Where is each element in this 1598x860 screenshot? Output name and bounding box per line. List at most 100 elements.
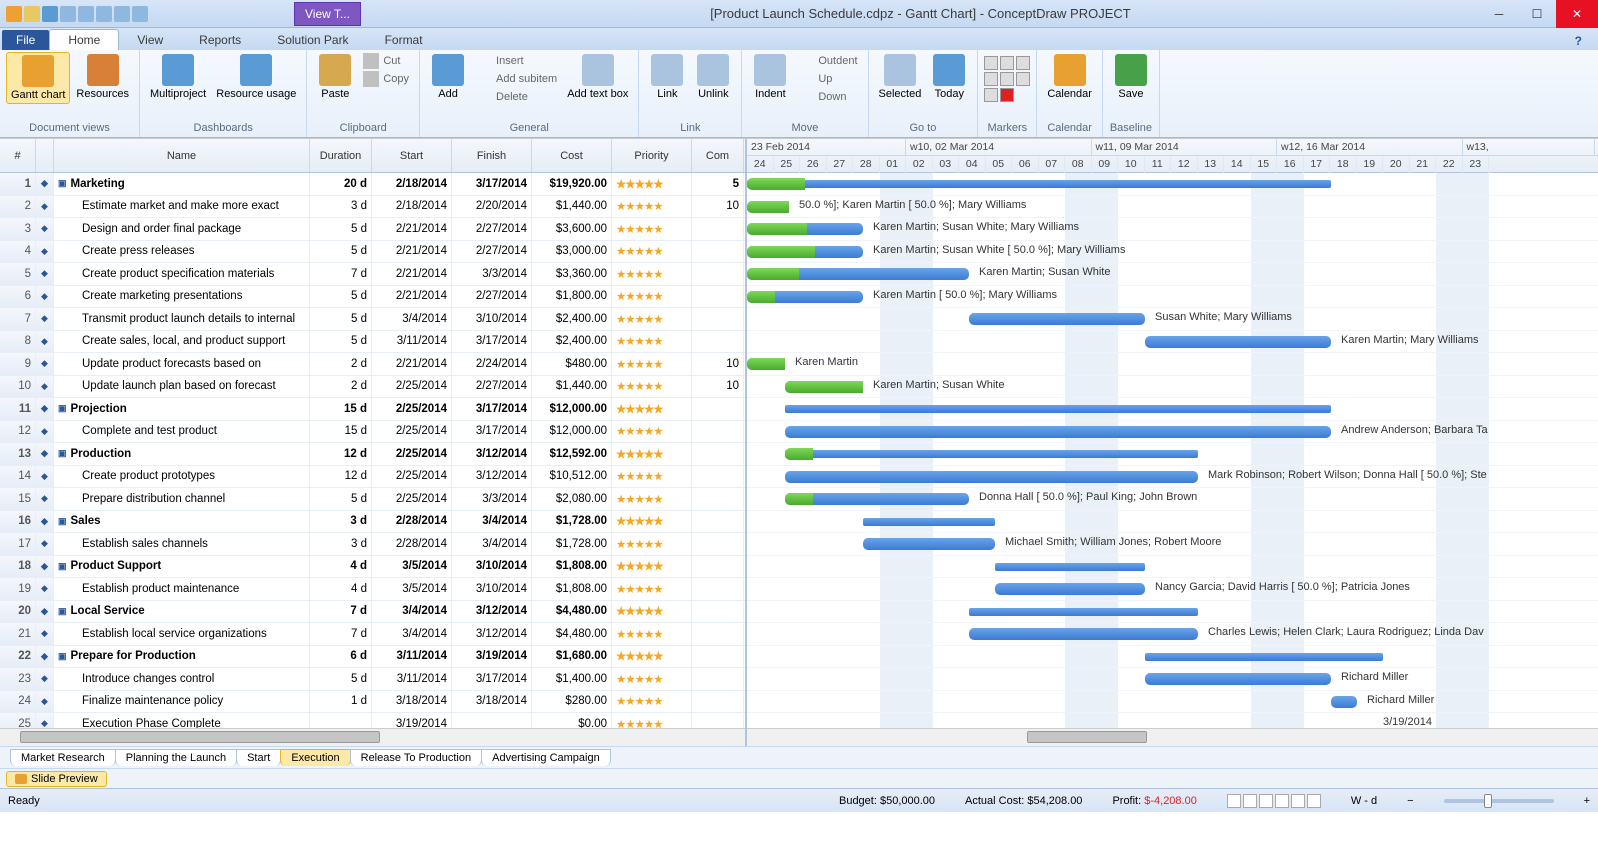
- outline-toggle-icon[interactable]: ▣: [58, 606, 67, 617]
- format-tab[interactable]: Format: [367, 30, 441, 50]
- grid-hscroll[interactable]: [0, 728, 745, 746]
- gantt-row[interactable]: Michael Smith; William Jones; Robert Moo…: [747, 533, 1598, 556]
- task-row[interactable]: 6◆Create marketing presentations5 d2/21/…: [0, 286, 745, 309]
- gantt-bar[interactable]: [785, 426, 1331, 438]
- qat-print-icon[interactable]: [114, 6, 130, 22]
- gantt-bar[interactable]: [995, 563, 1145, 571]
- sheet-tab[interactable]: Release To Production: [350, 749, 482, 766]
- indent-button[interactable]: Indent: [748, 52, 792, 102]
- view-tab[interactable]: View: [119, 30, 181, 50]
- link-button[interactable]: Link: [645, 52, 689, 102]
- gantt-bar[interactable]: [969, 608, 1198, 616]
- gantt-row[interactable]: Richard Miller: [747, 691, 1598, 714]
- outline-toggle-icon[interactable]: ▣: [58, 448, 67, 459]
- qat-open-icon[interactable]: [24, 6, 40, 22]
- qat-save-icon[interactable]: [42, 6, 58, 22]
- col-name[interactable]: Name: [54, 139, 310, 172]
- view-t-button[interactable]: View T...: [294, 2, 361, 26]
- gantt-bar[interactable]: [1145, 673, 1331, 685]
- selected-button[interactable]: Selected: [875, 52, 926, 102]
- gantt-row[interactable]: Karen Martin; Mary Williams: [747, 331, 1598, 354]
- gantt-bar[interactable]: [969, 313, 1145, 325]
- down-button[interactable]: Down: [794, 88, 861, 106]
- sheet-tab[interactable]: Start: [236, 749, 281, 766]
- task-row[interactable]: 24◆Finalize maintenance policy1 d3/18/20…: [0, 691, 745, 714]
- col-cost[interactable]: Cost: [532, 139, 612, 172]
- gantt-row[interactable]: Andrew Anderson; Barbara Ta: [747, 421, 1598, 444]
- gantt-row[interactable]: [747, 443, 1598, 466]
- task-row[interactable]: 3◆Design and order final package5 d2/21/…: [0, 218, 745, 241]
- sheet-tab[interactable]: Planning the Launch: [115, 749, 237, 766]
- gantt-row[interactable]: Susan White; Mary Williams: [747, 308, 1598, 331]
- gantt-row[interactable]: [747, 556, 1598, 579]
- add-subitem-button[interactable]: Add subitem: [472, 70, 561, 88]
- gantt-bar[interactable]: [747, 180, 1331, 188]
- task-row[interactable]: 9◆Update product forecasts based on2 d2/…: [0, 353, 745, 376]
- gantt-bar[interactable]: [863, 538, 995, 550]
- task-row[interactable]: 18◆▣Product Support4 d3/5/20143/10/2014$…: [0, 556, 745, 579]
- delete-button[interactable]: Delete: [472, 88, 561, 106]
- status-view-icons[interactable]: [1227, 794, 1321, 808]
- today-button[interactable]: Today: [927, 52, 971, 102]
- qat-refresh-icon[interactable]: [96, 6, 112, 22]
- gantt-bar[interactable]: [785, 405, 1331, 413]
- gantt-row[interactable]: Karen Martin; Susan White; Mary Williams: [747, 218, 1598, 241]
- task-row[interactable]: 14◆Create product prototypes12 d2/25/201…: [0, 466, 745, 489]
- task-row[interactable]: 12◆Complete and test product15 d2/25/201…: [0, 421, 745, 444]
- save-baseline-button[interactable]: Save: [1109, 52, 1153, 102]
- calendar-button[interactable]: Calendar: [1043, 52, 1096, 102]
- up-button[interactable]: Up: [794, 70, 861, 88]
- gantt-hscroll[interactable]: [747, 728, 1598, 746]
- col-finish[interactable]: Finish: [452, 139, 532, 172]
- gantt-row[interactable]: Richard Miller: [747, 668, 1598, 691]
- gantt-row[interactable]: Karen Martin; Susan White: [747, 376, 1598, 399]
- gantt-row[interactable]: [747, 511, 1598, 534]
- col-number[interactable]: #: [0, 139, 36, 172]
- cut-button[interactable]: Cut: [359, 52, 413, 70]
- gantt-row[interactable]: Karen Martin: [747, 353, 1598, 376]
- help-icon[interactable]: ?: [1569, 32, 1588, 50]
- gantt-row[interactable]: [747, 173, 1598, 196]
- gantt-row[interactable]: Nancy Garcia; David Harris [ 50.0 %]; Pa…: [747, 578, 1598, 601]
- outline-toggle-icon[interactable]: ▣: [58, 516, 67, 527]
- task-row[interactable]: 15◆Prepare distribution channel5 d2/25/2…: [0, 488, 745, 511]
- task-row[interactable]: 4◆Create press releases5 d2/21/20142/27/…: [0, 241, 745, 264]
- task-row[interactable]: 17◆Establish sales channels3 d2/28/20143…: [0, 533, 745, 556]
- col-indicator[interactable]: [36, 139, 54, 172]
- sheet-tab[interactable]: Market Research: [10, 749, 116, 766]
- gantt-row[interactable]: Karen Martin [ 50.0 %]; Mary Williams: [747, 286, 1598, 309]
- gantt-row[interactable]: [747, 398, 1598, 421]
- qat-undo-icon[interactable]: [60, 6, 76, 22]
- task-row[interactable]: 8◆Create sales, local, and product suppo…: [0, 331, 745, 354]
- outline-toggle-icon[interactable]: ▣: [58, 403, 67, 414]
- gantt-row[interactable]: Karen Martin; Susan White [ 50.0 %]; Mar…: [747, 241, 1598, 264]
- task-row[interactable]: 22◆▣Prepare for Production6 d3/11/20143/…: [0, 646, 745, 669]
- task-row[interactable]: 23◆Introduce changes control5 d3/11/2014…: [0, 668, 745, 691]
- zoom-out-icon[interactable]: −: [1407, 795, 1413, 807]
- gantt-bar[interactable]: [863, 518, 995, 526]
- outline-toggle-icon[interactable]: ▣: [58, 178, 67, 189]
- maximize-button[interactable]: ☐: [1518, 0, 1556, 28]
- col-complete[interactable]: Com: [692, 139, 744, 172]
- gantt-bar[interactable]: [1331, 696, 1357, 708]
- reports-tab[interactable]: Reports: [181, 30, 259, 50]
- task-row[interactable]: 16◆▣Sales3 d2/28/20143/4/2014$1,728.00★★…: [0, 511, 745, 534]
- home-tab[interactable]: Home: [49, 29, 119, 50]
- sheet-tab[interactable]: Execution: [280, 749, 350, 766]
- gantt-row[interactable]: Charles Lewis; Helen Clark; Laura Rodrig…: [747, 623, 1598, 646]
- qat-new-icon[interactable]: [6, 6, 22, 22]
- outline-toggle-icon[interactable]: ▣: [58, 561, 67, 572]
- zoom-in-icon[interactable]: +: [1584, 795, 1590, 807]
- multiproject-button[interactable]: Multiproject: [146, 52, 210, 102]
- add-button[interactable]: Add: [426, 52, 470, 102]
- task-row[interactable]: 10◆Update launch plan based on forecast2…: [0, 376, 745, 399]
- slide-preview-button[interactable]: Slide Preview: [6, 771, 107, 787]
- resource-usage-button[interactable]: Resource usage: [212, 52, 300, 102]
- task-row[interactable]: 25◆Execution Phase Complete3/19/2014$0.0…: [0, 713, 745, 728]
- file-tab[interactable]: File: [2, 30, 49, 50]
- task-row[interactable]: 20◆▣Local Service7 d3/4/20143/12/2014$4,…: [0, 601, 745, 624]
- col-start[interactable]: Start: [372, 139, 452, 172]
- gantt-row[interactable]: Karen Martin; Susan White: [747, 263, 1598, 286]
- gantt-bar[interactable]: [1145, 336, 1331, 348]
- task-row[interactable]: 19◆Establish product maintenance4 d3/5/2…: [0, 578, 745, 601]
